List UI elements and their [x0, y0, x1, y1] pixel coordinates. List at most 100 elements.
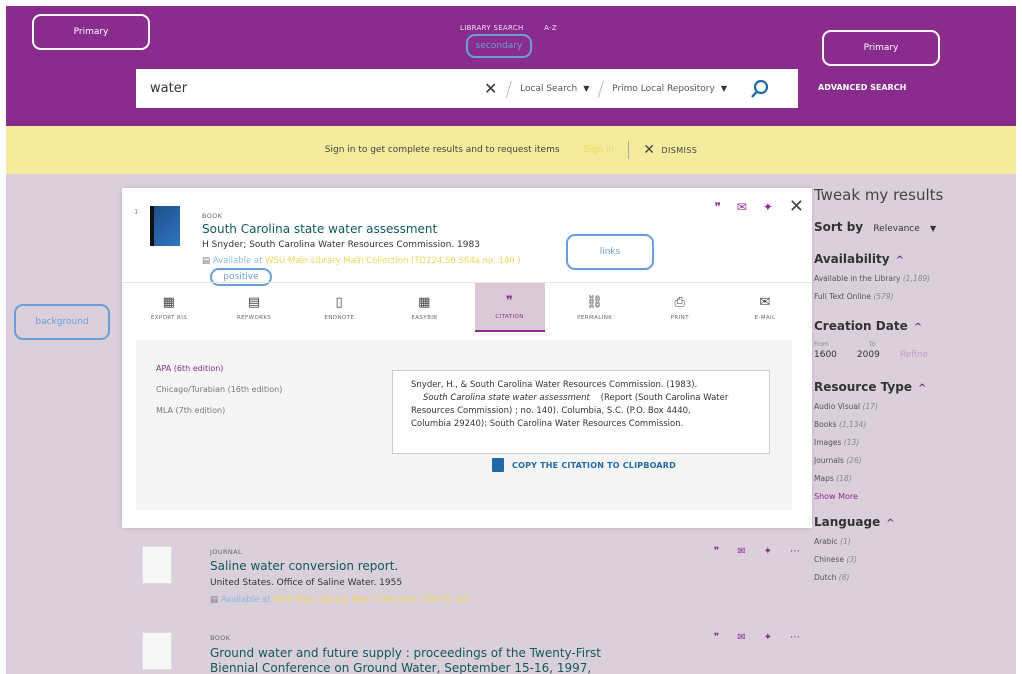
record-title-continued[interactable]: Biennial Conference on Ground Water, Sep…	[210, 661, 591, 674]
pin-icon[interactable]: ✦	[764, 546, 772, 557]
email-icon[interactable]: ✉	[737, 200, 747, 214]
facet-item[interactable]: Chinese (3)	[814, 555, 1014, 564]
search-button[interactable]	[749, 78, 771, 100]
a-z-link[interactable]: A-Z	[544, 24, 557, 32]
date-to-input[interactable]: 2009	[857, 350, 880, 360]
sign-in-button[interactable]: Sign in	[584, 145, 615, 155]
link-icon: ⛓	[586, 294, 604, 310]
clipboard-icon	[492, 458, 504, 472]
date-from-input[interactable]: 1600	[814, 350, 837, 360]
facet-item[interactable]: Audio Visual (17)	[814, 402, 1014, 411]
annotation-links: links	[566, 234, 654, 270]
copy-citation-button[interactable]: COPY THE CITATION TO CLIPBOARD	[492, 458, 676, 472]
quote-icon[interactable]: ❞	[714, 200, 720, 214]
availability-label: Available at	[212, 256, 263, 266]
show-more-link[interactable]: Show More	[814, 492, 1014, 501]
availability-location: WSU Main Library Main Collection (TD224.…	[265, 256, 521, 266]
availability-status[interactable]: ▤ Available at WSU Main Library Main Col…	[210, 595, 470, 605]
tab-citation[interactable]: ❞ CITATION	[474, 283, 545, 332]
facet-item[interactable]: Books (1,134)	[814, 420, 1014, 429]
citation-style-list: APA (6th edition) Chicago/Turabian (16th…	[156, 358, 282, 421]
record-title[interactable]: Ground water and future supply : proceed…	[210, 646, 601, 660]
citation-text[interactable]: Snyder, H., & South Carolina Water Resou…	[392, 370, 770, 454]
book-thumbnail[interactable]	[150, 206, 180, 246]
facet-item[interactable]: Full Text Online (579)	[814, 292, 1014, 301]
facet-item[interactable]: Journals (26)	[814, 456, 1014, 465]
filter-sidebar: Tweak my results Sort by Relevance ▼ Ava…	[814, 186, 1014, 591]
email-icon[interactable]: ✉	[737, 632, 745, 643]
citation-style-mla[interactable]: MLA (7th edition)	[156, 400, 282, 421]
more-icon[interactable]: ⋯	[790, 546, 800, 557]
annotation-primary-left: Primary	[32, 14, 150, 50]
tab-print[interactable]: ⎙ PRINT	[645, 283, 715, 332]
facet-item[interactable]: Available in the Library (1,189)	[814, 274, 1014, 283]
tab-permalink[interactable]: ⛓ PERMALINK	[560, 283, 630, 332]
citation-style-apa[interactable]: APA (6th edition)	[156, 358, 282, 379]
dismiss-button[interactable]: ✕ DISMISS	[643, 142, 697, 158]
availability-location: WSU Main Library Main Collection (TD479 …	[273, 595, 471, 605]
dismiss-label: DISMISS	[661, 145, 698, 155]
clear-search-icon[interactable]: ✕	[484, 79, 497, 98]
email-icon[interactable]: ✉	[737, 546, 745, 557]
result-number: 1	[134, 208, 139, 216]
search-input[interactable]	[150, 81, 480, 96]
record-type: BOOK	[202, 212, 223, 220]
record-actions: ❞ ✉ ✦ ⋯	[714, 546, 800, 557]
pin-icon[interactable]: ✦	[764, 632, 772, 643]
scope-dropdown-local[interactable]: Local Search ▼	[520, 84, 589, 94]
citation-style-chicago[interactable]: Chicago/Turabian (16th edition)	[156, 379, 282, 400]
document-icon: ▤	[247, 294, 261, 310]
record-actions: ❞ ✉ ✦ ✕	[714, 196, 804, 217]
annotation-background: background	[14, 304, 110, 340]
pin-icon[interactable]: ✦	[763, 200, 773, 214]
tab-refworks[interactable]: ▤ REFWORKS	[219, 283, 289, 332]
repository-label: Primo Local Repository	[612, 83, 715, 94]
date-range: 1600 2009 Refine	[814, 350, 1014, 360]
tab-endnote[interactable]: ▯ ENDNOTE	[304, 283, 374, 332]
facet-item[interactable]: Images (13)	[814, 438, 1014, 447]
facet-language[interactable]: Language ^	[814, 515, 1014, 529]
top-header: Primary LIBRARY SEARCH A-Z secondary Pri…	[6, 6, 1016, 126]
facet-creation-date[interactable]: Creation Date ^	[814, 319, 1014, 333]
tab-easybib[interactable]: ▦ EASYBIB	[389, 283, 459, 332]
list-item[interactable]: JOURNAL Saline water conversion report. …	[136, 538, 806, 618]
facet-item[interactable]: Dutch (8)	[814, 573, 1014, 582]
library-search-link[interactable]: LIBRARY SEARCH	[460, 24, 524, 32]
record-card: 1 BOOK South Carolina state water assess…	[122, 188, 812, 528]
tab-email[interactable]: ✉ E-MAIL	[730, 283, 800, 332]
facet-resource-type[interactable]: Resource Type ^	[814, 380, 1014, 394]
sign-in-bar: Sign in to get complete results and to r…	[6, 126, 1016, 174]
scope-dropdown-repository[interactable]: Primo Local Repository ▼	[612, 84, 727, 94]
chevron-down-icon: ▼	[720, 84, 727, 93]
close-icon[interactable]: ✕	[789, 196, 804, 217]
chevron-down-icon: ▼	[929, 224, 937, 233]
facet-availability[interactable]: Availability ^	[814, 252, 1014, 266]
sort-dropdown[interactable]: Sort by Relevance ▼	[814, 220, 1014, 234]
sidebar-heading: Tweak my results	[814, 186, 944, 204]
list-item[interactable]: BOOK Ground water and future supply : pr…	[136, 622, 806, 674]
scope-label: Local Search	[520, 83, 578, 94]
divider: /	[505, 76, 513, 101]
facet-item[interactable]: Arabic (1)	[814, 537, 1014, 546]
document-icon: ▯	[335, 294, 344, 310]
record-title[interactable]: Saline water conversion report.	[210, 559, 398, 573]
divider	[628, 141, 630, 159]
record-actions: ❞ ✉ ✦ ⋯	[714, 632, 800, 643]
journal-thumbnail	[142, 546, 172, 584]
quote-icon[interactable]: ❞	[714, 632, 719, 643]
sign-in-message: Sign in to get complete results and to r…	[324, 145, 560, 155]
quote-icon[interactable]: ❞	[714, 546, 719, 557]
record-title[interactable]: South Carolina state water assessment	[202, 222, 437, 236]
refine-button[interactable]: Refine	[900, 350, 928, 360]
citation-panel: APA (6th edition) Chicago/Turabian (16th…	[136, 340, 792, 510]
advanced-search-link[interactable]: ADVANCED SEARCH	[818, 83, 906, 92]
search-bar: ✕ / Local Search ▼ / Primo Local Reposit…	[136, 69, 798, 108]
close-icon: ✕	[643, 142, 656, 158]
action-tabs: ▦ EXPORT RIS ▤ REFWORKS ▯ ENDNOTE ▦ EASYBIB …	[122, 282, 812, 332]
more-icon[interactable]: ⋯	[790, 632, 800, 643]
tab-export-ris[interactable]: ▦ EXPORT RIS	[134, 283, 204, 332]
print-icon: ⎙	[674, 294, 686, 310]
availability-status[interactable]: ▤ Available at WSU Main Library Main Col…	[202, 256, 521, 266]
facet-item[interactable]: Maps (18)	[814, 474, 1014, 483]
divider: /	[597, 76, 605, 101]
